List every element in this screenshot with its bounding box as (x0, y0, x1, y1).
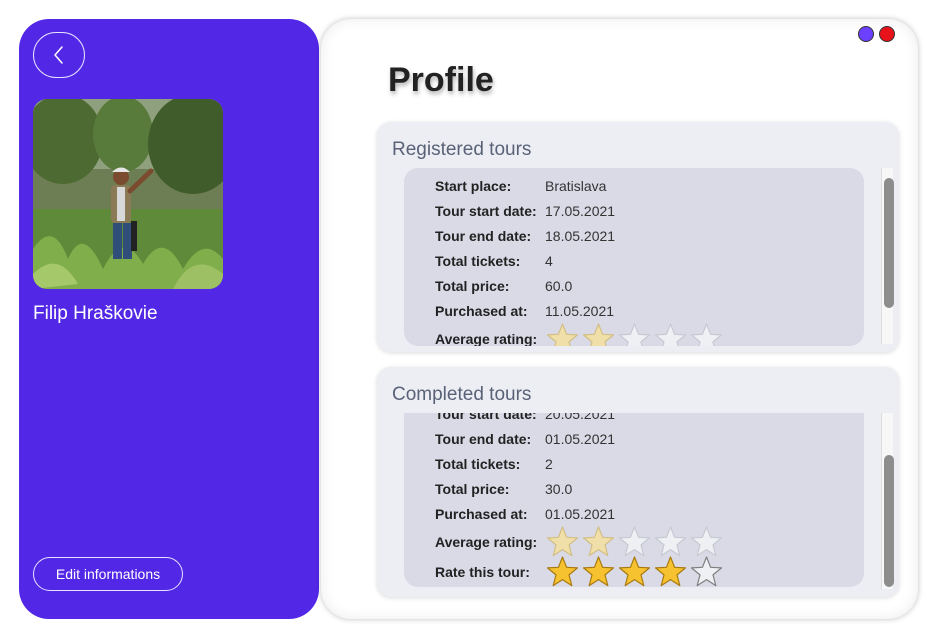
average-rating-stars (545, 322, 724, 346)
field-label: Total price: (435, 278, 510, 294)
star-icon (618, 323, 651, 346)
profile-main-panel: Profile Registered tours Start place: Bra… (321, 19, 918, 619)
field-label: Total tickets: (435, 456, 521, 472)
field-value: 01.05.2021 (545, 431, 616, 447)
back-button[interactable] (33, 32, 85, 78)
registered-tour-item: Start place: Bratislava Tour start date: 1… (404, 168, 864, 346)
field-label: Tour end date: (435, 431, 532, 447)
field-value: Bratislava (545, 178, 607, 194)
app-window: Filip Hraškovie Edit informations Profil… (0, 0, 940, 638)
star-icon[interactable] (689, 555, 724, 587)
avatar (33, 99, 223, 289)
window-dot-purple[interactable] (858, 26, 874, 42)
profile-sidebar: Filip Hraškovie Edit informations (19, 19, 319, 619)
completed-tours-card: Completed tours Tour start date: 20.05.20… (377, 367, 899, 597)
field-label: Tour end date: (435, 228, 532, 244)
field-label: Total tickets: (435, 253, 521, 269)
tour-field-row: Tour start date: 17.05.2021 (435, 203, 615, 219)
tour-field-row: Start place: Bratislava (435, 178, 606, 194)
star-icon[interactable] (617, 555, 652, 587)
star-icon (546, 323, 579, 346)
field-value: 17.05.2021 (545, 203, 616, 219)
field-value: 2 (545, 456, 553, 472)
field-value: 11.05.2021 (545, 303, 615, 319)
scrollbar-thumb[interactable] (884, 455, 894, 587)
field-label: Purchased at: (435, 303, 528, 319)
field-value: 18.05.2021 (545, 228, 616, 244)
completed-tours-title: Completed tours (392, 384, 532, 405)
field-value: 30.0 (545, 481, 573, 497)
star-icon[interactable] (545, 555, 580, 587)
star-icon (654, 323, 687, 346)
page-title: Profile (388, 61, 494, 99)
field-label: Average rating: (435, 331, 538, 346)
star-icon (618, 526, 651, 557)
field-value: 60.0 (545, 278, 573, 294)
star-icon[interactable] (581, 555, 616, 587)
tour-field-row: Tour end date: 18.05.2021 (435, 228, 615, 244)
avatar-photo (33, 99, 223, 289)
tour-field-row: Purchased at: 01.05.2021 (435, 506, 615, 522)
field-label: Average rating: (435, 534, 538, 550)
star-icon (690, 323, 723, 346)
field-label: Tour start date: (435, 203, 537, 219)
tour-field-row: Total tickets: 4 (435, 253, 553, 269)
registered-scrollbar[interactable] (881, 168, 894, 344)
average-rating-row: Average rating: (435, 534, 545, 550)
scrollbar-thumb[interactable] (884, 178, 894, 308)
rate-tour-stars[interactable] (545, 555, 724, 587)
registered-tours-title: Registered tours (392, 139, 532, 160)
field-value: 4 (545, 253, 553, 269)
tour-field-row: Total price: 30.0 (435, 481, 572, 497)
field-label: Rate this tour: (435, 564, 530, 580)
tour-field-row: Total price: 60.0 (435, 278, 572, 294)
tour-field-row: Tour end date: 01.05.2021 (435, 431, 615, 447)
user-name: Filip Hraškovie (33, 303, 158, 324)
window-dot-red[interactable] (879, 26, 895, 42)
registered-tours-card: Registered tours Start place: Bratislava … (377, 122, 899, 352)
star-icon (546, 526, 579, 557)
star-icon (690, 526, 723, 557)
field-value: 01.05.2021 (545, 506, 616, 522)
tour-field-row: Purchased at: 11.05.2021 (435, 303, 614, 319)
completed-scrollbar[interactable] (881, 413, 894, 589)
edit-informations-button[interactable]: Edit informations (33, 557, 183, 591)
average-rating-row: Average rating: (435, 331, 545, 346)
star-icon (654, 526, 687, 557)
field-label: Total price: (435, 481, 510, 497)
tour-field-row: Total tickets: 2 (435, 456, 553, 472)
star-icon (582, 526, 615, 557)
star-icon (582, 323, 615, 346)
rate-tour-row: Rate this tour: (435, 564, 545, 580)
chevron-left-icon (54, 46, 63, 64)
star-icon[interactable] (653, 555, 688, 587)
field-label: Purchased at: (435, 506, 528, 522)
average-rating-stars (545, 525, 724, 559)
field-label: Start place: (435, 178, 512, 194)
